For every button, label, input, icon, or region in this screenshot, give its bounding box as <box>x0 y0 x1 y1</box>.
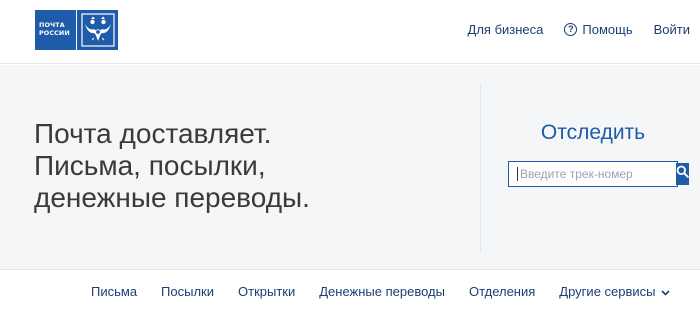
help-link-label: Помощь <box>582 21 633 37</box>
login-link[interactable]: Войти <box>654 22 690 37</box>
other-services-label: Другие сервисы <box>559 284 656 299</box>
nav-item-other-services[interactable]: Другие сервисы <box>559 284 670 299</box>
help-icon: ? <box>564 22 578 36</box>
eagle-emblem-icon <box>77 10 118 50</box>
services-nav: Письма Посылки Открытки Денежные перевод… <box>0 269 700 312</box>
chevron-down-icon <box>660 284 670 299</box>
top-nav: Для бизнеса ? Помощь Войти <box>468 20 690 38</box>
hero-tagline: Почта доставляет. Письма, посылки, денеж… <box>34 118 310 214</box>
logo[interactable]: ПОЧТА РОССИИ <box>35 10 118 50</box>
logo-line-2: РОССИИ <box>39 29 70 37</box>
nav-item-postcards[interactable]: Открытки <box>238 284 295 299</box>
track-search-button[interactable] <box>676 163 689 185</box>
hero-section: Почта доставляет. Письма, посылки, денеж… <box>0 65 700 269</box>
tagline-line-1: Почта доставляет. <box>34 118 272 149</box>
track-number-input[interactable] <box>517 167 675 181</box>
tagline-line-2: Письма, посылки, <box>34 150 266 181</box>
nav-item-money-transfers[interactable]: Денежные переводы <box>319 284 445 299</box>
track-search-box <box>508 161 689 187</box>
track-title: Отследить <box>540 121 646 144</box>
help-link[interactable]: ? Помощь <box>564 21 633 37</box>
site-header: ПОЧТА РОССИИ Для бизнеса ? Помощь Войти <box>0 0 700 64</box>
business-link[interactable]: Для бизнеса <box>468 22 544 37</box>
search-icon <box>676 165 689 183</box>
logo-text: ПОЧТА РОССИИ <box>35 10 76 50</box>
logo-line-1: ПОЧТА <box>39 21 65 29</box>
nav-item-offices[interactable]: Отделения <box>469 284 535 299</box>
nav-item-parcels[interactable]: Посылки <box>161 284 214 299</box>
vertical-divider <box>480 83 481 253</box>
nav-item-letters[interactable]: Письма <box>91 284 137 299</box>
tagline-line-3: денежные переводы. <box>34 182 310 213</box>
